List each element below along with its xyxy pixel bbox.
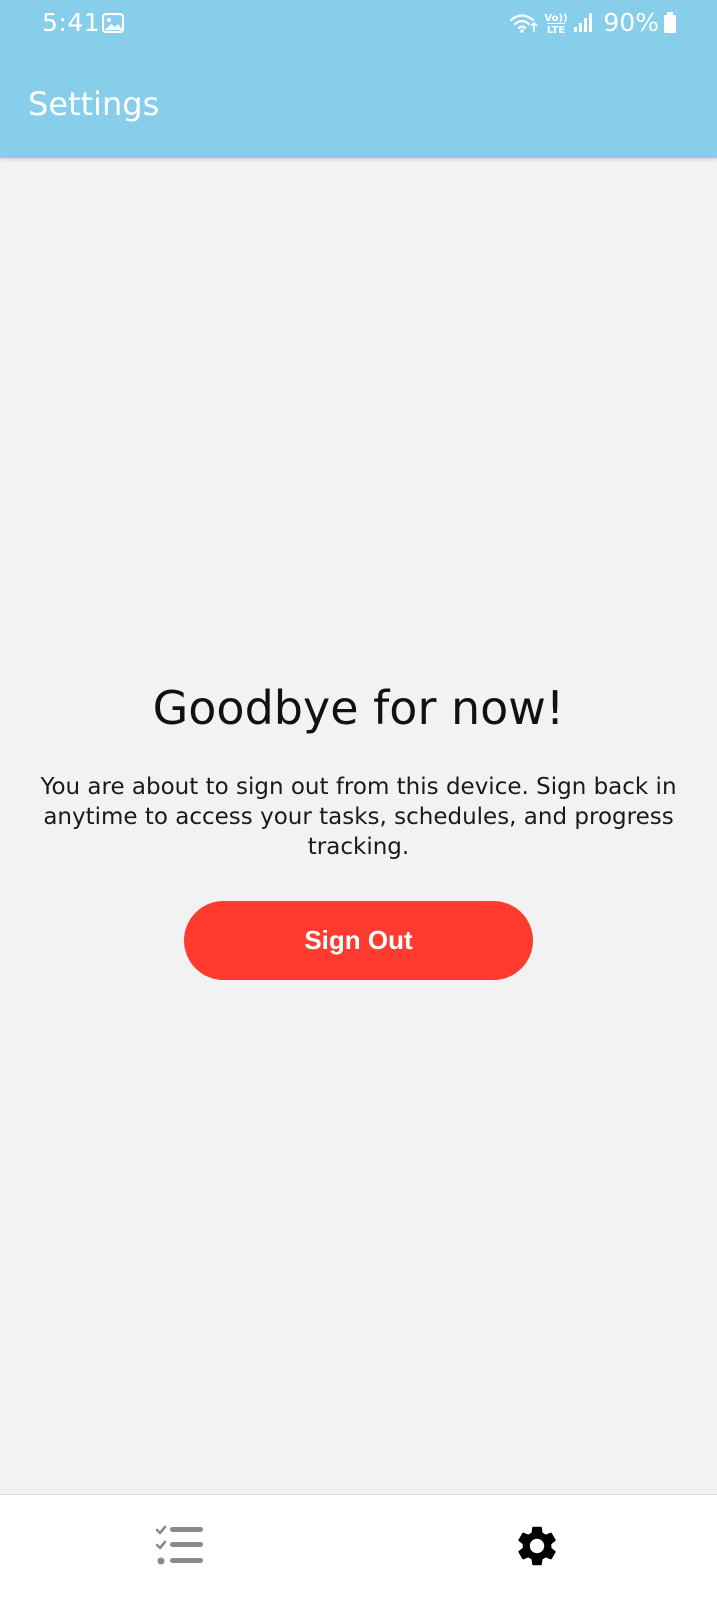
battery-percentage: 90%	[603, 8, 659, 37]
battery-icon	[663, 12, 677, 34]
page-title: Settings	[28, 85, 160, 123]
svg-text:LTE: LTE	[547, 25, 566, 35]
status-icons: Vo)) LTE 90%	[509, 8, 677, 38]
app-header: 5:41 Vo)) LTE 90% Settings	[0, 0, 717, 158]
settings-screen: 5:41 Vo)) LTE 90% Settings Goodbye for n…	[0, 0, 717, 1600]
gear-icon	[513, 1522, 561, 1574]
signout-panel: Goodbye for now! You are about to sign o…	[0, 158, 717, 1494]
svg-text:Vo)): Vo))	[545, 13, 568, 24]
signout-message: You are about to sign out from this devi…	[40, 774, 677, 860]
signal-icon	[573, 12, 595, 34]
nav-settings-tab[interactable]	[358, 1495, 716, 1600]
sign-out-button[interactable]: Sign Out	[184, 901, 533, 980]
wifi-icon	[509, 12, 539, 34]
goodbye-heading: Goodbye for now!	[152, 681, 565, 735]
checklist-icon	[154, 1525, 204, 1571]
nav-tasks-tab[interactable]	[0, 1495, 358, 1600]
status-bar: 5:41 Vo)) LTE 90%	[0, 0, 717, 48]
bottom-navigation	[0, 1494, 717, 1600]
volte-icon: Vo)) LTE	[543, 11, 569, 35]
gallery-icon	[101, 12, 125, 34]
status-time: 5:41	[42, 8, 101, 37]
